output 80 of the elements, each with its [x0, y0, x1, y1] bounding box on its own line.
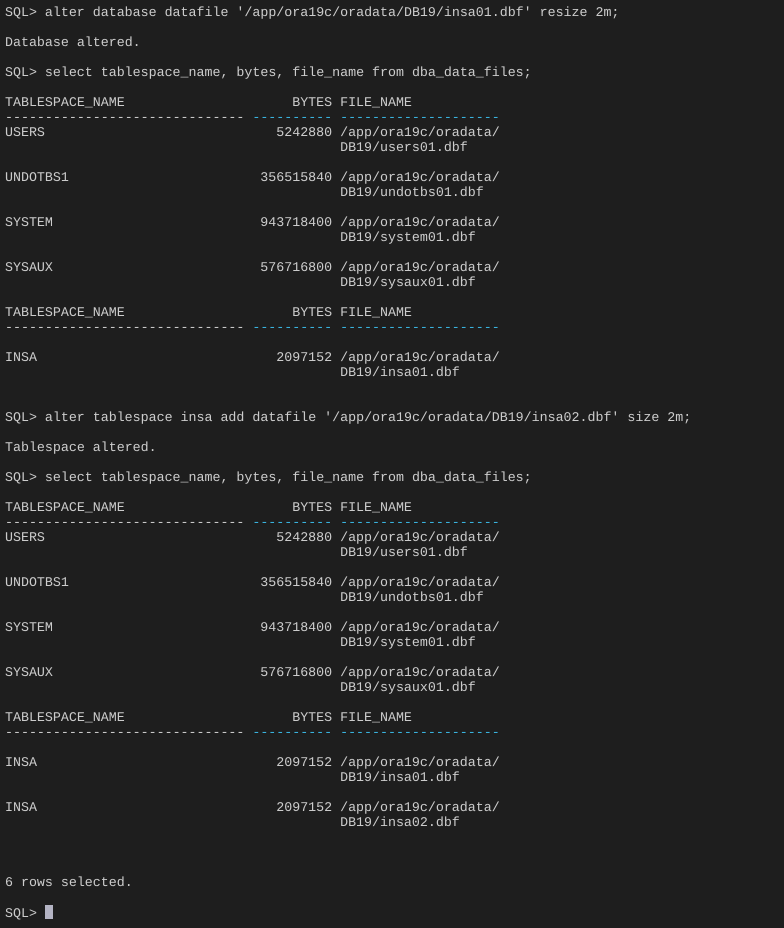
- column-separator: --------------------: [340, 110, 500, 125]
- table-cell: DB19/users01.dbf: [340, 545, 468, 560]
- table-cell: 5242880: [276, 530, 332, 545]
- table-cell-text: SYSAUX: [5, 665, 54, 680]
- table-cell: 2097152: [276, 350, 332, 365]
- table-cell: /app/ora19c/oradata/: [340, 125, 500, 140]
- column-separator: ----------: [252, 515, 332, 530]
- table-cell: /app/ora19c/oradata/: [340, 800, 500, 815]
- table-cell: /app/ora19c/oradata/: [340, 755, 500, 770]
- table-cell: DB19/sysaux01.dbf: [340, 275, 476, 290]
- command-text: alter tablespace insa add datafile '/app/ora19c/oradata/DB19/insa02.dbf' size 2m;: [44, 410, 692, 425]
- prompt-text: SQL>: [5, 410, 37, 425]
- table-cell-text: INSA: [5, 800, 38, 815]
- column-separator: ----------: [252, 110, 332, 125]
- table-cell: /app/ora19c/oradata/: [340, 215, 500, 230]
- table-cell-text: UNDOTBS1: [5, 170, 70, 185]
- table-cell: DB19/system01.dbf: [340, 635, 476, 650]
- table-cell: /app/ora19c/oradata/: [340, 350, 500, 365]
- table-cell: /app/ora19c/oradata/: [340, 530, 500, 545]
- column-separator: ----------: [252, 320, 332, 335]
- table-cell-text: USERS: [5, 530, 46, 545]
- table-cell-text: INSA: [5, 350, 38, 365]
- table-cell: DB19/insa01.dbf: [340, 365, 460, 380]
- column-header: FILE_NAME: [340, 305, 412, 320]
- command-text: select tablespace_name, bytes, file_name from dba_data_files;: [44, 65, 532, 80]
- column-header: FILE_NAME: [340, 500, 412, 515]
- table-cell: DB19/insa01.dbf: [340, 770, 460, 785]
- table-cell-text: SYSAUX: [5, 260, 54, 275]
- column-header: BYTES: [292, 95, 332, 110]
- table-cell: 5242880: [276, 125, 332, 140]
- table-cell: /app/ora19c/oradata/: [340, 620, 500, 635]
- column-separator: ------------------------------: [5, 320, 244, 335]
- prompt-text: SQL>: [5, 470, 37, 485]
- table-cell: DB19/insa02.dbf: [340, 815, 460, 830]
- column-header: BYTES: [292, 710, 332, 725]
- table-cell-text: UNDOTBS1: [5, 575, 70, 590]
- table-cell: 943718400: [260, 215, 332, 230]
- column-separator: --------------------: [340, 515, 500, 530]
- table-cell: 2097152: [276, 800, 332, 815]
- table-cell-text: USERS: [5, 125, 46, 140]
- column-header: BYTES: [292, 305, 332, 320]
- table-cell: 943718400: [260, 620, 332, 635]
- table-cell-text: SYSTEM: [5, 215, 54, 230]
- prompt-text: SQL>: [5, 65, 37, 80]
- column-header: TABLESPACE_NAME: [5, 710, 126, 725]
- table-cell: /app/ora19c/oradata/: [340, 575, 500, 590]
- table-cell: /app/ora19c/oradata/: [340, 170, 500, 185]
- table-cell: /app/ora19c/oradata/: [340, 665, 500, 680]
- table-cell: DB19/undotbs01.dbf: [340, 590, 484, 605]
- table-cell-text: INSA: [5, 755, 38, 770]
- column-separator: ------------------------------: [5, 515, 244, 530]
- table-cell: /app/ora19c/oradata/: [340, 260, 500, 275]
- column-header: BYTES: [292, 500, 332, 515]
- output-text: Database altered.: [5, 35, 141, 50]
- table-cell: DB19/sysaux01.dbf: [340, 680, 476, 695]
- table-cell: DB19/users01.dbf: [340, 140, 468, 155]
- column-header: TABLESPACE_NAME: [5, 500, 126, 515]
- command-text: select tablespace_name, bytes, file_name from dba_data_files;: [44, 470, 532, 485]
- prompt-text: SQL>: [5, 906, 37, 921]
- column-separator: ----------: [252, 725, 332, 740]
- column-separator: --------------------: [340, 320, 500, 335]
- table-cell: DB19/undotbs01.dbf: [340, 185, 484, 200]
- column-header: TABLESPACE_NAME: [5, 305, 126, 320]
- output-text: 6 rows selected.: [5, 875, 133, 890]
- table-cell-text: SYSTEM: [5, 620, 54, 635]
- column-header: FILE_NAME: [340, 95, 412, 110]
- table-cell: 2097152: [276, 755, 332, 770]
- table-cell: DB19/system01.dbf: [340, 230, 476, 245]
- table-cell: 356515840: [260, 170, 332, 185]
- prompt-text: SQL>: [5, 5, 37, 20]
- column-header: TABLESPACE_NAME: [5, 95, 126, 110]
- command-text: alter database datafile '/app/ora19c/oradata/DB19/insa01.dbf' resize 2m;: [44, 5, 620, 20]
- column-separator: ------------------------------: [5, 110, 244, 125]
- table-cell: 356515840: [260, 575, 332, 590]
- column-separator: ------------------------------: [5, 725, 244, 740]
- table-cell: 576716800: [260, 665, 332, 680]
- output-text: Tablespace altered.: [5, 440, 157, 455]
- column-header: FILE_NAME: [340, 710, 412, 725]
- table-cell: 576716800: [260, 260, 332, 275]
- column-separator: --------------------: [340, 725, 500, 740]
